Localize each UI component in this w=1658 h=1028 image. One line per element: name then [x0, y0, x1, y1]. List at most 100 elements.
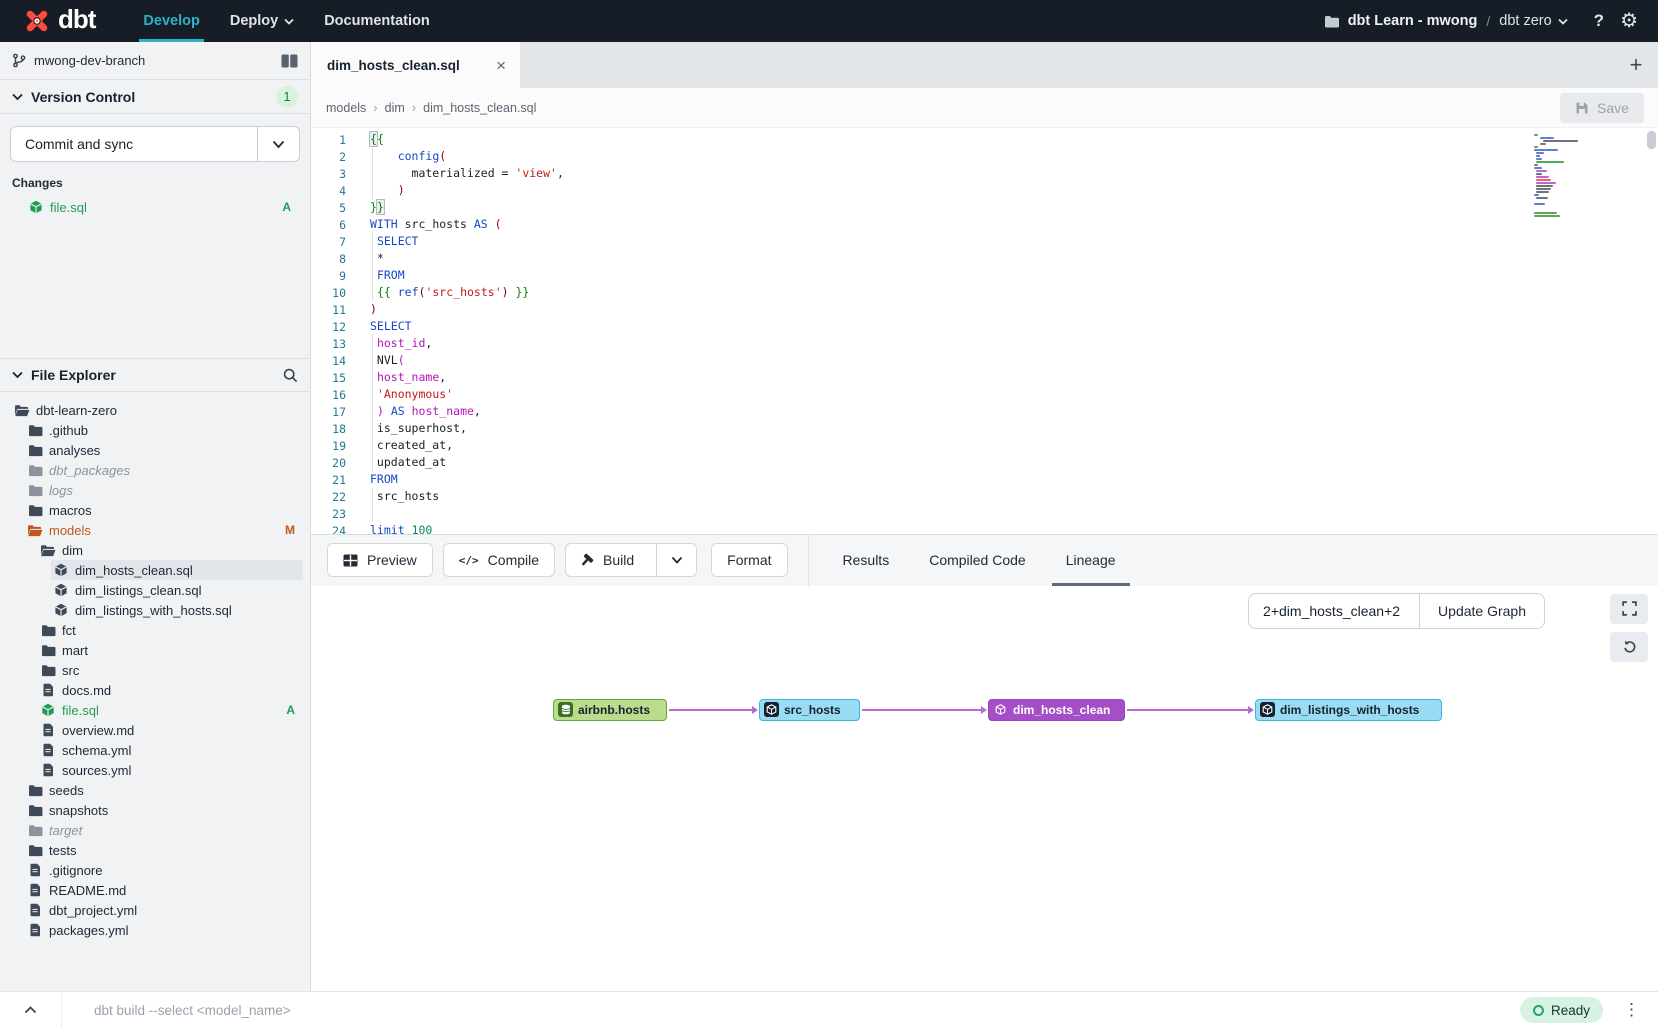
- close-tab-icon[interactable]: ×: [496, 57, 506, 74]
- code-line[interactable]: 22 src_hosts: [311, 488, 1658, 505]
- build-options-dropdown[interactable]: [656, 544, 696, 576]
- breadcrumb-separator: ›: [412, 100, 416, 115]
- nav-documentation[interactable]: Documentation: [312, 0, 442, 42]
- fullscreen-button[interactable]: [1610, 594, 1648, 624]
- file-explorer-header[interactable]: File Explorer: [0, 358, 310, 392]
- code-line[interactable]: 11): [311, 301, 1658, 318]
- code-line[interactable]: 1{{: [311, 131, 1658, 148]
- commit-and-sync-button[interactable]: Commit and sync: [10, 126, 300, 162]
- tab-results[interactable]: Results: [843, 534, 890, 586]
- compile-button[interactable]: </> Compile: [443, 543, 555, 577]
- code-line[interactable]: 14 NVL(: [311, 352, 1658, 369]
- breadcrumb-models[interactable]: models: [326, 101, 366, 115]
- tree-item-docs-md[interactable]: docs.md: [0, 680, 310, 700]
- code-line[interactable]: 19 created_at,: [311, 437, 1658, 454]
- code-line[interactable]: 2 config(: [311, 148, 1658, 165]
- kebab-menu-icon[interactable]: ⋮: [1623, 1000, 1640, 1020]
- save-button[interactable]: Save: [1560, 93, 1644, 123]
- version-control-header[interactable]: Version Control 1: [0, 80, 310, 114]
- code-line[interactable]: 6WITH src_hosts AS (: [311, 216, 1658, 233]
- format-button[interactable]: Format: [711, 543, 787, 577]
- tree-item-seeds[interactable]: seeds: [0, 780, 310, 800]
- update-graph-button[interactable]: Update Graph: [1419, 594, 1544, 628]
- code-line[interactable]: 23: [311, 505, 1658, 522]
- tab-lineage[interactable]: Lineage: [1066, 534, 1116, 586]
- tree-item-dim-hosts-clean-sql[interactable]: dim_hosts_clean.sql: [0, 560, 310, 580]
- settings-gear-icon[interactable]: ⚙: [1620, 11, 1638, 31]
- tree-item-schema-yml[interactable]: schema.yml: [0, 740, 310, 760]
- code-line[interactable]: 12SELECT: [311, 318, 1658, 335]
- main-menu: Develop Deploy Documentation: [131, 0, 441, 42]
- tree-item-src[interactable]: src: [0, 660, 310, 680]
- build-button[interactable]: Build: [565, 543, 697, 577]
- code-line[interactable]: 9 FROM: [311, 267, 1658, 284]
- editor-scrollbar[interactable]: [1647, 131, 1656, 149]
- nav-deploy[interactable]: Deploy: [218, 0, 306, 42]
- lineage-node-dim-listings-with-hosts[interactable]: dim_listings_with_hosts: [1255, 699, 1442, 721]
- code-line[interactable]: 20 updated_at: [311, 454, 1658, 471]
- code-line[interactable]: 8 *: [311, 250, 1658, 267]
- tree-item-dim-listings-clean-sql[interactable]: dim_listings_clean.sql: [0, 580, 310, 600]
- preview-button[interactable]: Preview: [327, 543, 433, 577]
- tree-item-logs[interactable]: logs: [0, 480, 310, 500]
- code-line[interactable]: 10 {{ ref('src_hosts') }}: [311, 284, 1658, 301]
- tree-item-readme-md[interactable]: README.md: [0, 880, 310, 900]
- minimap[interactable]: [1534, 134, 1574, 221]
- tree-item-dbt-packages[interactable]: dbt_packages: [0, 460, 310, 480]
- help-icon[interactable]: ?: [1594, 11, 1604, 31]
- tree-item-dbt-project-yml[interactable]: dbt_project.yml: [0, 900, 310, 920]
- tree-item-target[interactable]: target: [0, 820, 310, 840]
- code-line[interactable]: 18 is_superhost,: [311, 420, 1658, 437]
- code-line[interactable]: 5}}: [311, 199, 1658, 216]
- tree-item-models[interactable]: modelsM: [0, 520, 310, 540]
- account-name[interactable]: dbt Learn - mwong: [1348, 13, 1478, 29]
- code-line[interactable]: 16 'Anonymous': [311, 386, 1658, 403]
- lineage-selector-input[interactable]: [1249, 594, 1419, 628]
- code-line[interactable]: 7 SELECT: [311, 233, 1658, 250]
- tree-item-file-sql[interactable]: file.sqlA: [0, 700, 310, 720]
- docs-book-icon[interactable]: [281, 54, 298, 68]
- code-line[interactable]: 21FROM: [311, 471, 1658, 488]
- tree-item-mart[interactable]: mart: [0, 640, 310, 660]
- tree-item-tests[interactable]: tests: [0, 840, 310, 860]
- dbt-logo[interactable]: dbt: [0, 0, 109, 42]
- chevron-down-icon[interactable]: [1558, 18, 1568, 25]
- tree-item--gitignore[interactable]: .gitignore: [0, 860, 310, 880]
- code-line[interactable]: 4 ): [311, 182, 1658, 199]
- code-line[interactable]: 13 host_id,: [311, 335, 1658, 352]
- preview-grid-icon: [343, 554, 358, 567]
- code-area[interactable]: 1{{2 config(3 materialized = 'view',4 )5…: [311, 128, 1658, 534]
- changed-file-row[interactable]: file.sqlA: [10, 196, 300, 218]
- tree-item-sources-yml[interactable]: sources.yml: [0, 760, 310, 780]
- tree-item-macros[interactable]: macros: [0, 500, 310, 520]
- commit-options-dropdown[interactable]: [257, 127, 299, 161]
- reset-view-button[interactable]: [1610, 632, 1648, 662]
- project-name[interactable]: dbt zero: [1499, 13, 1551, 29]
- tree-item-dbt-learn-zero[interactable]: dbt-learn-zero: [0, 400, 310, 420]
- tab-dim-hosts-clean[interactable]: dim_hosts_clean.sql ×: [311, 42, 520, 88]
- tree-item-fct[interactable]: fct: [0, 620, 310, 640]
- search-icon[interactable]: [283, 368, 298, 383]
- tree-item-snapshots[interactable]: snapshots: [0, 800, 310, 820]
- command-input[interactable]: dbt build --select <model_name>: [94, 1003, 291, 1018]
- tree-item-dim[interactable]: dim: [0, 540, 310, 560]
- tree-item--github[interactable]: .github: [0, 420, 310, 440]
- nav-develop[interactable]: Develop: [131, 0, 211, 42]
- code-line[interactable]: 24limit 100: [311, 522, 1658, 534]
- code-editor[interactable]: 1{{2 config(3 materialized = 'view',4 )5…: [311, 128, 1658, 534]
- breadcrumb-dim[interactable]: dim: [385, 101, 405, 115]
- lineage-node-airbnb-hosts[interactable]: airbnb.hosts: [553, 699, 667, 721]
- tree-item-packages-yml[interactable]: packages.yml: [0, 920, 310, 940]
- lineage-node-src-hosts[interactable]: src_hosts: [759, 699, 860, 721]
- tree-item-analyses[interactable]: analyses: [0, 440, 310, 460]
- expand-panel-chevron-up-icon[interactable]: [0, 992, 62, 1028]
- breadcrumb-file[interactable]: dim_hosts_clean.sql: [423, 101, 536, 115]
- tab-compiled-code[interactable]: Compiled Code: [929, 534, 1026, 586]
- new-tab-button[interactable]: +: [1614, 42, 1658, 88]
- code-line[interactable]: 15 host_name,: [311, 369, 1658, 386]
- lineage-node-dim-hosts-clean[interactable]: dim_hosts_clean: [988, 699, 1125, 721]
- code-line[interactable]: 17 ) AS host_name,: [311, 403, 1658, 420]
- tree-item-dim-listings-with-hosts-sql[interactable]: dim_listings_with_hosts.sql: [0, 600, 310, 620]
- tree-item-overview-md[interactable]: overview.md: [0, 720, 310, 740]
- code-line[interactable]: 3 materialized = 'view',: [311, 165, 1658, 182]
